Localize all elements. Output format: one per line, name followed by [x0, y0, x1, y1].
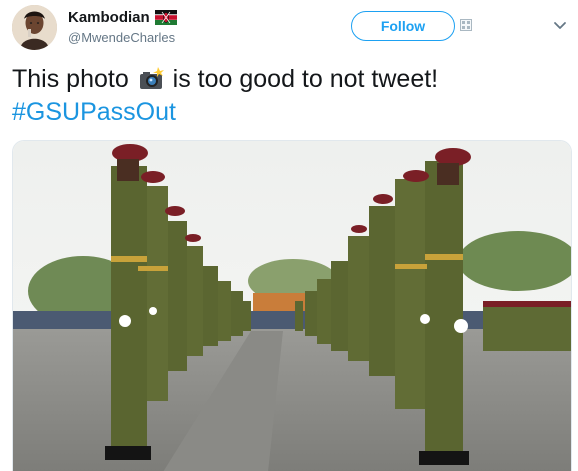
hashtag-link[interactable]: #GSUPassOut [12, 96, 568, 129]
kenya-flag-icon [154, 9, 177, 25]
tweet-text-start: This photo [12, 65, 129, 93]
tweet-photo[interactable] [12, 140, 572, 471]
author-name-row[interactable]: Kambodian [68, 7, 177, 27]
chevron-down-icon[interactable] [553, 21, 567, 31]
avatar-image [12, 5, 57, 50]
author-handle[interactable]: @MwendeCharles [68, 30, 175, 45]
tweet-text: This photo is too good to not tweet! #GS… [12, 63, 568, 129]
avatar[interactable] [12, 5, 57, 50]
grid-icon[interactable] [460, 19, 472, 31]
follow-button[interactable]: Follow [351, 11, 455, 41]
parade-photo [13, 141, 571, 471]
display-name[interactable]: Kambodian [68, 9, 150, 26]
camera-flash-icon [139, 67, 164, 89]
tweet-text-end: is too good to not tweet! [172, 65, 439, 93]
